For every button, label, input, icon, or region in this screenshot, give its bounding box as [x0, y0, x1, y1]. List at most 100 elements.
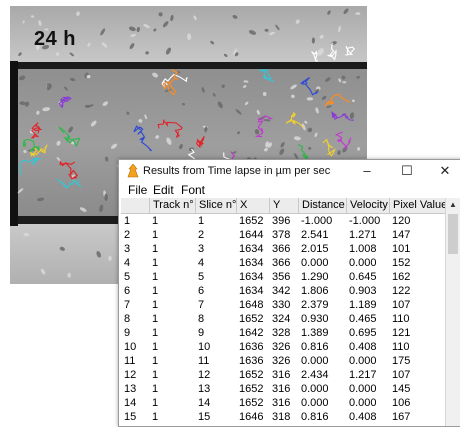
table-cell: 1634 [239, 285, 264, 297]
table-cell: 15 [124, 411, 137, 423]
scrollbar-thumb[interactable] [448, 214, 458, 254]
table-cell: 1634 [239, 257, 264, 269]
table-row[interactable]: 15 1 15 1646 318 0.816 0.408 167 [121, 410, 445, 424]
table-row[interactable]: 8 1 8 1652 324 0.930 0.465 110 [121, 312, 445, 326]
table-cell: 107 [392, 299, 411, 311]
table-row[interactable]: 3 1 3 1634 366 2.015 1.008 101 [121, 242, 445, 256]
table-cell: 0.000 [301, 355, 329, 367]
table-cell: 318 [269, 424, 298, 426]
table-cell: 8 [124, 313, 131, 325]
table-cell: 1 [152, 369, 159, 381]
table-cell: 1642 [239, 327, 264, 339]
table-row[interactable]: 6 1 6 1634 342 1.806 0.903 122 [121, 284, 445, 298]
table-row[interactable]: 14 1 14 1652 316 0.000 0.000 106 [121, 396, 445, 410]
table-row[interactable]: 10 1 10 1636 326 0.816 0.408 110 [121, 340, 445, 354]
menu-edit[interactable]: Edit [153, 183, 174, 197]
table-cell: 330 [272, 299, 291, 311]
table-cell: 324 [272, 313, 291, 325]
table-cell: 0.408 [349, 411, 377, 423]
table-cell: 107 [392, 369, 411, 381]
table-cell: 0.695 [349, 327, 377, 339]
table-cell: 167 [392, 411, 411, 423]
table-cell: 1652 [239, 369, 264, 381]
table-cell: 10 [124, 341, 137, 353]
table-cell: 162 [392, 271, 411, 283]
table-cell: 318 [272, 411, 291, 423]
table-cell: 1 [152, 341, 159, 353]
table-cell: 2.434 [301, 369, 329, 381]
table-cell: 326 [272, 341, 291, 353]
table-cell: 147 [392, 229, 411, 241]
menu-file[interactable]: File [128, 183, 147, 197]
column-header[interactable]: Pixel Value [389, 198, 445, 213]
table-cell: 106 [392, 397, 411, 409]
table-cell: 0.930 [301, 313, 329, 325]
table-cell: 366 [272, 243, 291, 255]
table-row[interactable]: 11 1 11 1636 326 0.000 0.000 175 [121, 354, 445, 368]
table-row[interactable]: 13 1 13 1652 316 0.000 0.000 145 [121, 382, 445, 396]
table-cell: 0.000 [346, 424, 389, 426]
channel-top-wall [10, 62, 367, 69]
table-cell: 8 [198, 313, 205, 325]
table-cell: 6 [124, 285, 131, 297]
column-header[interactable]: Y [269, 198, 298, 213]
minimize-button[interactable]: – [351, 160, 383, 182]
table-cell: 9 [198, 327, 205, 339]
table-cell: 1648 [239, 299, 264, 311]
column-header[interactable]: Velocity [346, 198, 389, 213]
column-header[interactable] [121, 198, 149, 213]
table-cell: 121 [392, 327, 411, 339]
table-cell: 16 [121, 424, 149, 426]
table-cell: 1636 [239, 341, 264, 353]
table-cell: 3 [198, 243, 205, 255]
table-row[interactable]: 12 1 12 1652 316 2.434 1.217 107 [121, 368, 445, 382]
close-button[interactable]: ✕ [429, 160, 460, 182]
table-header: Track n° Slice n° X Y Distance Velocity Pixel … [121, 198, 445, 214]
column-header[interactable]: Slice n° [195, 198, 236, 213]
table-cell: 0.000 [349, 397, 377, 409]
table-cell: 145 [392, 383, 411, 395]
table-cell: 14 [198, 397, 211, 409]
table-cell: 11 [124, 355, 136, 367]
table-cell: 110 [392, 313, 410, 325]
scroll-up-arrow-icon[interactable]: ▲ [446, 198, 460, 212]
table-cell: 152 [392, 257, 411, 269]
table-cell: 9 [124, 327, 131, 339]
table-cell: 4 [198, 257, 205, 269]
table-cell: 14 [124, 397, 137, 409]
table-cell: 1 [152, 397, 159, 409]
table-cell: 1652 [239, 313, 264, 325]
table-cell: 1634 [239, 271, 264, 283]
table-row[interactable]: 1611616463180.0000.000140 [121, 424, 445, 426]
table-cell: 120 [392, 215, 411, 227]
vertical-scrollbar[interactable]: ▲ [445, 198, 460, 426]
table-row[interactable]: 5 1 5 1634 356 1.290 0.645 162 [121, 270, 445, 284]
column-header[interactable]: Distance [298, 198, 346, 213]
table-cell: 12 [124, 369, 137, 381]
results-window[interactable]: Results from Time lapse in µm per sec – … [118, 159, 460, 427]
table-cell: 2 [124, 229, 131, 241]
table-cell: 175 [392, 355, 411, 367]
table-cell: 1644 [239, 229, 264, 241]
menu-font[interactable]: Font [181, 183, 205, 197]
table-row[interactable]: 2 1 2 1644 378 2.541 1.271 147 [121, 228, 445, 242]
table-cell: 0.816 [301, 341, 329, 353]
table-cell: 4 [124, 257, 131, 269]
table-row[interactable]: 7 1 7 1648 330 2.379 1.189 107 [121, 298, 445, 312]
table-row[interactable]: 9 1 9 1642 328 1.389 0.695 121 [121, 326, 445, 340]
table-cell: 2.015 [301, 243, 329, 255]
cell [104, 193, 108, 201]
window-titlebar[interactable]: Results from Time lapse in µm per sec – … [119, 160, 460, 182]
table-cell: 140 [389, 424, 445, 426]
column-header[interactable]: Track n° [149, 198, 195, 213]
table-cell: 1646 [236, 424, 269, 426]
imagej-icon [127, 164, 139, 178]
maximize-button[interactable]: ☐ [391, 160, 423, 182]
column-header[interactable]: X [236, 198, 269, 213]
table-cell: 0.000 [298, 424, 346, 426]
table-row[interactable]: 1 1 1 1652 396 -1.000 -1.000 120 [121, 214, 445, 228]
table-cell: 342 [272, 285, 291, 297]
results-table[interactable]: Track n° Slice n° X Y Distance Velocity Pixel … [121, 198, 445, 426]
table-row[interactable]: 4 1 4 1634 366 0.000 0.000 152 [121, 256, 445, 270]
table-cell: 1.271 [349, 229, 377, 241]
